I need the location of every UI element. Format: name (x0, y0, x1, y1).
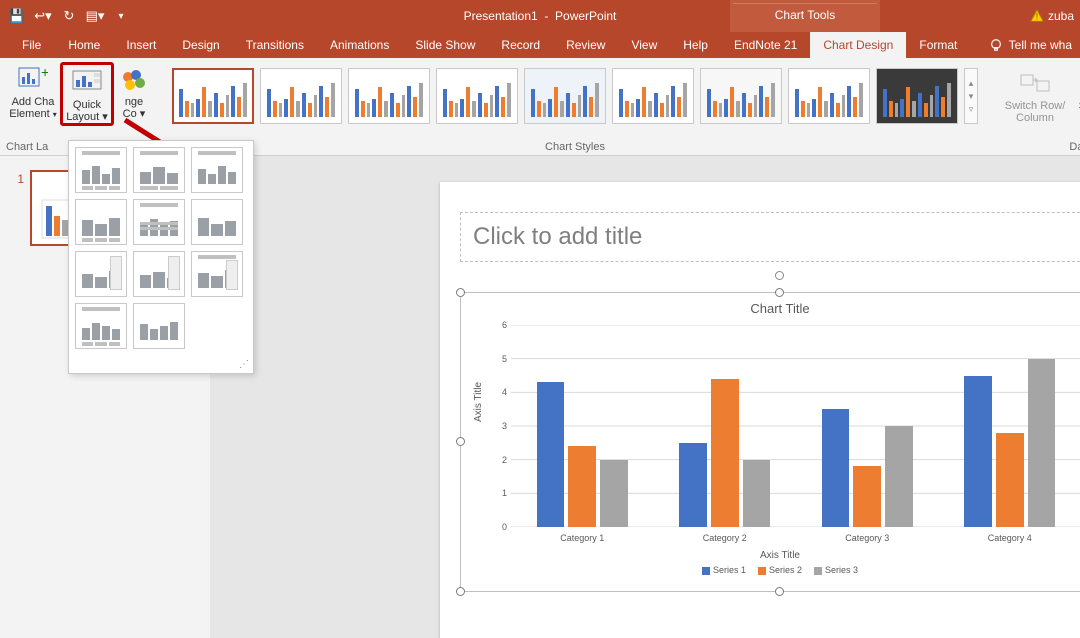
tab-view[interactable]: View (618, 32, 670, 58)
lightbulb-icon (989, 38, 1003, 52)
layout-7[interactable] (75, 251, 127, 297)
tab-insert[interactable]: Insert (113, 32, 169, 58)
quick-layout-gallery: ⋰ (68, 140, 254, 374)
gallery-resize-icon[interactable]: ⋰ (239, 359, 249, 370)
layout-9[interactable] (191, 251, 243, 297)
slide: Click to add title Chart Title Axis Titl… (440, 182, 1080, 638)
tab-review[interactable]: Review (553, 32, 618, 58)
styles-more-icon[interactable]: ▿ (965, 104, 977, 115)
rotate-handle[interactable] (775, 271, 784, 280)
tab-slideshow[interactable]: Slide Show (402, 32, 488, 58)
title-bar: 💾 ↩▾ ↻ ▤▾ ▾ Presentation1 - PowerPoint C… (0, 0, 1080, 32)
chart-style-5[interactable] (524, 68, 606, 124)
chart-style-6[interactable] (612, 68, 694, 124)
warning-icon: ! (1030, 9, 1044, 23)
x-axis-title[interactable]: Axis Title (469, 550, 1080, 561)
tab-animations[interactable]: Animations (317, 32, 402, 58)
resize-handle[interactable] (775, 587, 784, 596)
change-colors-icon (118, 66, 150, 94)
layout-2[interactable] (133, 147, 185, 193)
layout-10[interactable] (75, 303, 127, 349)
chart-style-8[interactable] (788, 68, 870, 124)
tab-record[interactable]: Record (488, 32, 553, 58)
styles-scroll-up-icon[interactable]: ▴ (965, 78, 977, 89)
contextual-tab-title: Chart Tools (730, 0, 880, 32)
group-label-chart-styles: Chart Styles (545, 138, 605, 154)
styles-scroll-down-icon[interactable]: ▾ (965, 91, 977, 102)
redo-icon[interactable]: ↻ (58, 4, 80, 28)
resize-handle[interactable] (456, 288, 465, 297)
resize-handle[interactable] (456, 437, 465, 446)
tab-help[interactable]: Help (670, 32, 721, 58)
slide-number: 1 (10, 170, 24, 246)
layout-5[interactable] (133, 199, 185, 245)
quick-layout-button[interactable]: QuickLayout ▾ (60, 62, 114, 126)
switch-row-column-icon (1019, 70, 1051, 98)
window-title: Presentation1 - PowerPoint (0, 9, 1080, 23)
tab-endnote[interactable]: EndNote 21 (721, 32, 810, 58)
slide-editor[interactable]: Click to add title Chart Title Axis Titl… (210, 156, 1080, 638)
chart-style-9[interactable] (876, 68, 958, 124)
tab-design[interactable]: Design (169, 32, 232, 58)
resize-handle[interactable] (775, 288, 784, 297)
tab-chart-design[interactable]: Chart Design (810, 32, 906, 58)
change-colors-button[interactable]: ngeCo ▾ (114, 62, 154, 126)
layout-11[interactable] (133, 303, 185, 349)
add-chart-element-button[interactable]: + Add ChaElement ▾ (6, 62, 60, 126)
layout-6[interactable] (191, 199, 243, 245)
undo-icon[interactable]: ↩▾ (32, 4, 54, 28)
y-axis: 0123456 (489, 325, 507, 527)
resize-handle[interactable] (456, 587, 465, 596)
chart-style-1[interactable] (172, 68, 254, 124)
group-label-data: Data (1069, 138, 1080, 154)
layout-3[interactable] (191, 147, 243, 193)
chart-style-3[interactable] (348, 68, 430, 124)
chart-style-4[interactable] (436, 68, 518, 124)
tab-file[interactable]: File (8, 32, 55, 58)
select-data-button[interactable]: SelectData (1074, 66, 1080, 124)
y-axis-title[interactable]: Axis Title (473, 382, 484, 422)
chart-styles-gallery[interactable]: ▴ ▾ ▿ (166, 62, 984, 124)
tab-home[interactable]: Home (55, 32, 113, 58)
title-placeholder[interactable]: Click to add title (460, 212, 1080, 262)
svg-text:+: + (41, 67, 48, 80)
chart-object[interactable]: Chart Title Axis Title 0123456 Category … (460, 292, 1080, 592)
plot-area[interactable] (511, 325, 1080, 527)
quick-layout-icon (71, 69, 103, 97)
chart-legend[interactable]: Series 1Series 2Series 3 (469, 565, 1080, 579)
switch-row-column-button: Switch Row/Column (1002, 66, 1068, 124)
qat-more-icon[interactable]: ▾ (110, 4, 132, 28)
svg-text:!: ! (1036, 12, 1038, 22)
x-axis: Category 1Category 2Category 3Category 4 (511, 533, 1080, 547)
tab-strip: File Home Insert Design Transitions Anim… (0, 32, 1080, 58)
add-chart-element-icon: + (17, 66, 49, 94)
start-slideshow-icon[interactable]: ▤▾ (84, 4, 106, 28)
user-name[interactable]: zuba (1048, 9, 1074, 23)
tab-format[interactable]: Format (906, 32, 970, 58)
chart-style-2[interactable] (260, 68, 342, 124)
group-label-chart-layouts: Chart La (6, 138, 48, 154)
tab-transitions[interactable]: Transitions (233, 32, 317, 58)
chart-title[interactable]: Chart Title (469, 301, 1080, 316)
chart-style-7[interactable] (700, 68, 782, 124)
layout-4[interactable] (75, 199, 127, 245)
tell-me-search[interactable]: Tell me wha (981, 38, 1080, 58)
layout-1[interactable] (75, 147, 127, 193)
save-icon[interactable]: 💾 (6, 4, 28, 28)
layout-8[interactable] (133, 251, 185, 297)
